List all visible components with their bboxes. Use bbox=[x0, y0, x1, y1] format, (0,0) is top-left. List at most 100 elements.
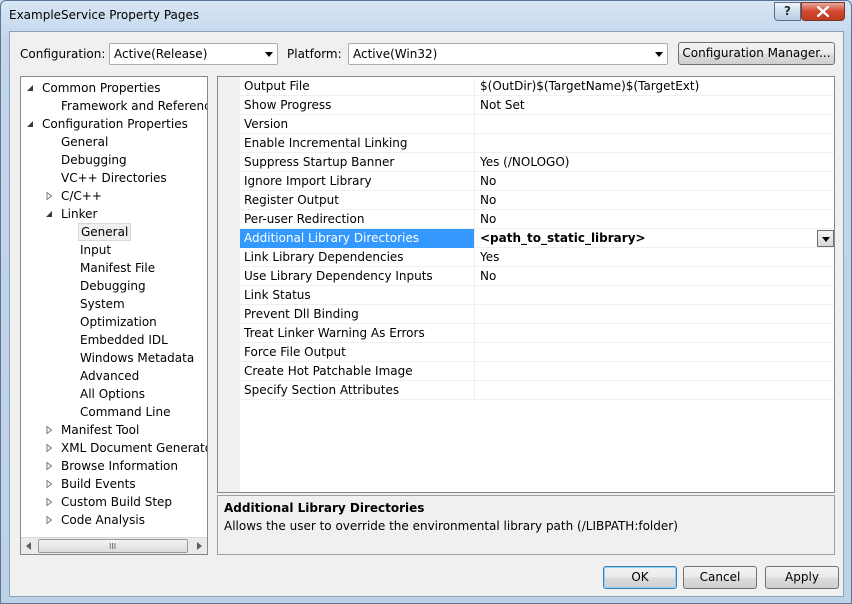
tree-horizontal-scrollbar[interactable]: III bbox=[21, 537, 207, 554]
tree-item-label: System bbox=[80, 297, 125, 311]
tree-item[interactable]: Configuration Properties bbox=[21, 115, 207, 133]
tree-item[interactable]: General bbox=[21, 223, 207, 241]
property-value[interactable] bbox=[476, 362, 834, 381]
tree-item[interactable]: Build Events bbox=[21, 475, 207, 493]
tree-item-label: VC++ Directories bbox=[61, 171, 167, 185]
property-name: Link Status bbox=[240, 286, 475, 305]
tree-item[interactable]: Windows Metadata bbox=[21, 349, 207, 367]
tree-item[interactable]: C/C++ bbox=[21, 187, 207, 205]
property-row[interactable]: Additional Library Directories <path_to_s… bbox=[240, 229, 834, 248]
collapsed-triangle-icon[interactable] bbox=[45, 192, 53, 200]
property-name: Output File bbox=[240, 77, 475, 96]
tree-item[interactable]: Command Line bbox=[21, 403, 207, 421]
property-name: Version bbox=[240, 115, 475, 134]
apply-button[interactable]: Apply bbox=[765, 566, 839, 589]
property-row[interactable]: Treat Linker Warning As Errors bbox=[240, 324, 834, 343]
property-value[interactable]: <path_to_static_library> bbox=[476, 229, 834, 248]
tree-item[interactable]: Advanced bbox=[21, 367, 207, 385]
title-bar[interactable]: ExampleService Property Pages ? bbox=[1, 1, 851, 31]
property-row[interactable]: Per-user Redirection No bbox=[240, 210, 834, 229]
collapsed-triangle-icon[interactable] bbox=[45, 462, 53, 470]
tree-item[interactable]: Debugging bbox=[21, 151, 207, 169]
property-value[interactable] bbox=[476, 305, 834, 324]
tree-item-label: Custom Build Step bbox=[61, 495, 173, 509]
property-value[interactable] bbox=[476, 381, 834, 400]
property-value[interactable]: Not Set bbox=[476, 96, 834, 115]
configuration-select[interactable]: Active(Release) bbox=[109, 43, 278, 65]
collapsed-triangle-icon[interactable] bbox=[45, 426, 53, 434]
tree-item-label: Manifest Tool bbox=[61, 423, 140, 437]
property-row[interactable]: Link Library Dependencies Yes bbox=[240, 248, 834, 267]
tree-item[interactable]: Code Analysis bbox=[21, 511, 207, 529]
tree-item[interactable]: Framework and References bbox=[21, 97, 207, 115]
collapsed-triangle-icon[interactable] bbox=[45, 516, 53, 524]
scroll-left-icon[interactable] bbox=[26, 542, 31, 550]
description-title: Additional Library Directories bbox=[224, 501, 425, 515]
tree-item[interactable]: Common Properties bbox=[21, 79, 207, 97]
help-button[interactable]: ? bbox=[774, 2, 801, 21]
cancel-button[interactable]: Cancel bbox=[683, 566, 757, 589]
property-value[interactable] bbox=[476, 134, 834, 153]
property-value[interactable]: Yes bbox=[476, 248, 834, 267]
tree-item[interactable]: Optimization bbox=[21, 313, 207, 331]
property-value[interactable] bbox=[476, 286, 834, 305]
property-row[interactable]: Show Progress Not Set bbox=[240, 96, 834, 115]
property-row[interactable]: Link Status bbox=[240, 286, 834, 305]
tree-item[interactable]: Manifest File bbox=[21, 259, 207, 277]
property-value[interactable] bbox=[476, 343, 834, 362]
tree-item[interactable]: System bbox=[21, 295, 207, 313]
chevron-down-icon bbox=[822, 237, 830, 242]
property-row[interactable]: Force File Output bbox=[240, 343, 834, 362]
property-name: Prevent Dll Binding bbox=[240, 305, 475, 324]
property-value[interactable] bbox=[476, 115, 834, 134]
property-value[interactable]: No bbox=[476, 210, 834, 229]
property-grid[interactable]: Output File $(OutDir)$(TargetName)$(Targe… bbox=[217, 76, 835, 493]
expanded-triangle-icon[interactable] bbox=[26, 84, 34, 92]
property-row[interactable]: Version bbox=[240, 115, 834, 134]
collapsed-triangle-icon[interactable] bbox=[45, 444, 53, 452]
platform-select[interactable]: Active(Win32) bbox=[348, 43, 668, 65]
expanded-triangle-icon[interactable] bbox=[45, 210, 53, 218]
property-row[interactable]: Output File $(OutDir)$(TargetName)$(Targe… bbox=[240, 77, 834, 96]
property-row[interactable]: Specify Section Attributes bbox=[240, 381, 834, 400]
tree-item[interactable]: Custom Build Step bbox=[21, 493, 207, 511]
property-row[interactable]: Suppress Startup Banner Yes (/NOLOGO) bbox=[240, 153, 834, 172]
tree-item[interactable]: Debugging bbox=[21, 277, 207, 295]
collapsed-triangle-icon[interactable] bbox=[45, 480, 53, 488]
property-value[interactable]: Yes (/NOLOGO) bbox=[476, 153, 834, 172]
tree-item[interactable]: Embedded IDL bbox=[21, 331, 207, 349]
tree-item-label: Command Line bbox=[80, 405, 171, 419]
property-value[interactable] bbox=[476, 324, 834, 343]
property-value[interactable]: No bbox=[476, 267, 834, 286]
ok-button[interactable]: OK bbox=[603, 566, 677, 589]
tree-item[interactable]: XML Document Generator bbox=[21, 439, 207, 457]
tree-item[interactable]: Browse Information bbox=[21, 457, 207, 475]
scrollbar-thumb[interactable]: III bbox=[38, 539, 188, 553]
tree-item[interactable]: All Options bbox=[21, 385, 207, 403]
tree-item[interactable]: VC++ Directories bbox=[21, 169, 207, 187]
property-row[interactable]: Enable Incremental Linking bbox=[240, 134, 834, 153]
property-name: Use Library Dependency Inputs bbox=[240, 267, 475, 286]
collapsed-triangle-icon[interactable] bbox=[45, 498, 53, 506]
tree-item[interactable]: Manifest Tool bbox=[21, 421, 207, 439]
window-title: ExampleService Property Pages bbox=[9, 8, 200, 22]
configuration-manager-button[interactable]: Configuration Manager... bbox=[678, 42, 835, 65]
tree-item[interactable]: General bbox=[21, 133, 207, 151]
tree-item[interactable]: Linker bbox=[21, 205, 207, 223]
property-value[interactable]: $(OutDir)$(TargetName)$(TargetExt) bbox=[476, 77, 834, 96]
property-row[interactable]: Use Library Dependency Inputs No bbox=[240, 267, 834, 286]
category-tree[interactable]: Common Properties Framework and Reference… bbox=[20, 76, 208, 555]
property-row[interactable]: Create Hot Patchable Image bbox=[240, 362, 834, 381]
close-button[interactable] bbox=[801, 2, 845, 21]
expanded-triangle-icon[interactable] bbox=[26, 120, 34, 128]
property-pages-window: ExampleService Property Pages ? Configur… bbox=[0, 0, 852, 604]
property-row[interactable]: Register Output No bbox=[240, 191, 834, 210]
property-value[interactable]: No bbox=[476, 191, 834, 210]
property-name: Ignore Import Library bbox=[240, 172, 475, 191]
property-row[interactable]: Prevent Dll Binding bbox=[240, 305, 834, 324]
scroll-right-icon[interactable] bbox=[197, 542, 202, 550]
tree-item[interactable]: Input bbox=[21, 241, 207, 259]
property-row[interactable]: Ignore Import Library No bbox=[240, 172, 834, 191]
value-dropdown-button[interactable] bbox=[817, 230, 834, 247]
property-value[interactable]: No bbox=[476, 172, 834, 191]
